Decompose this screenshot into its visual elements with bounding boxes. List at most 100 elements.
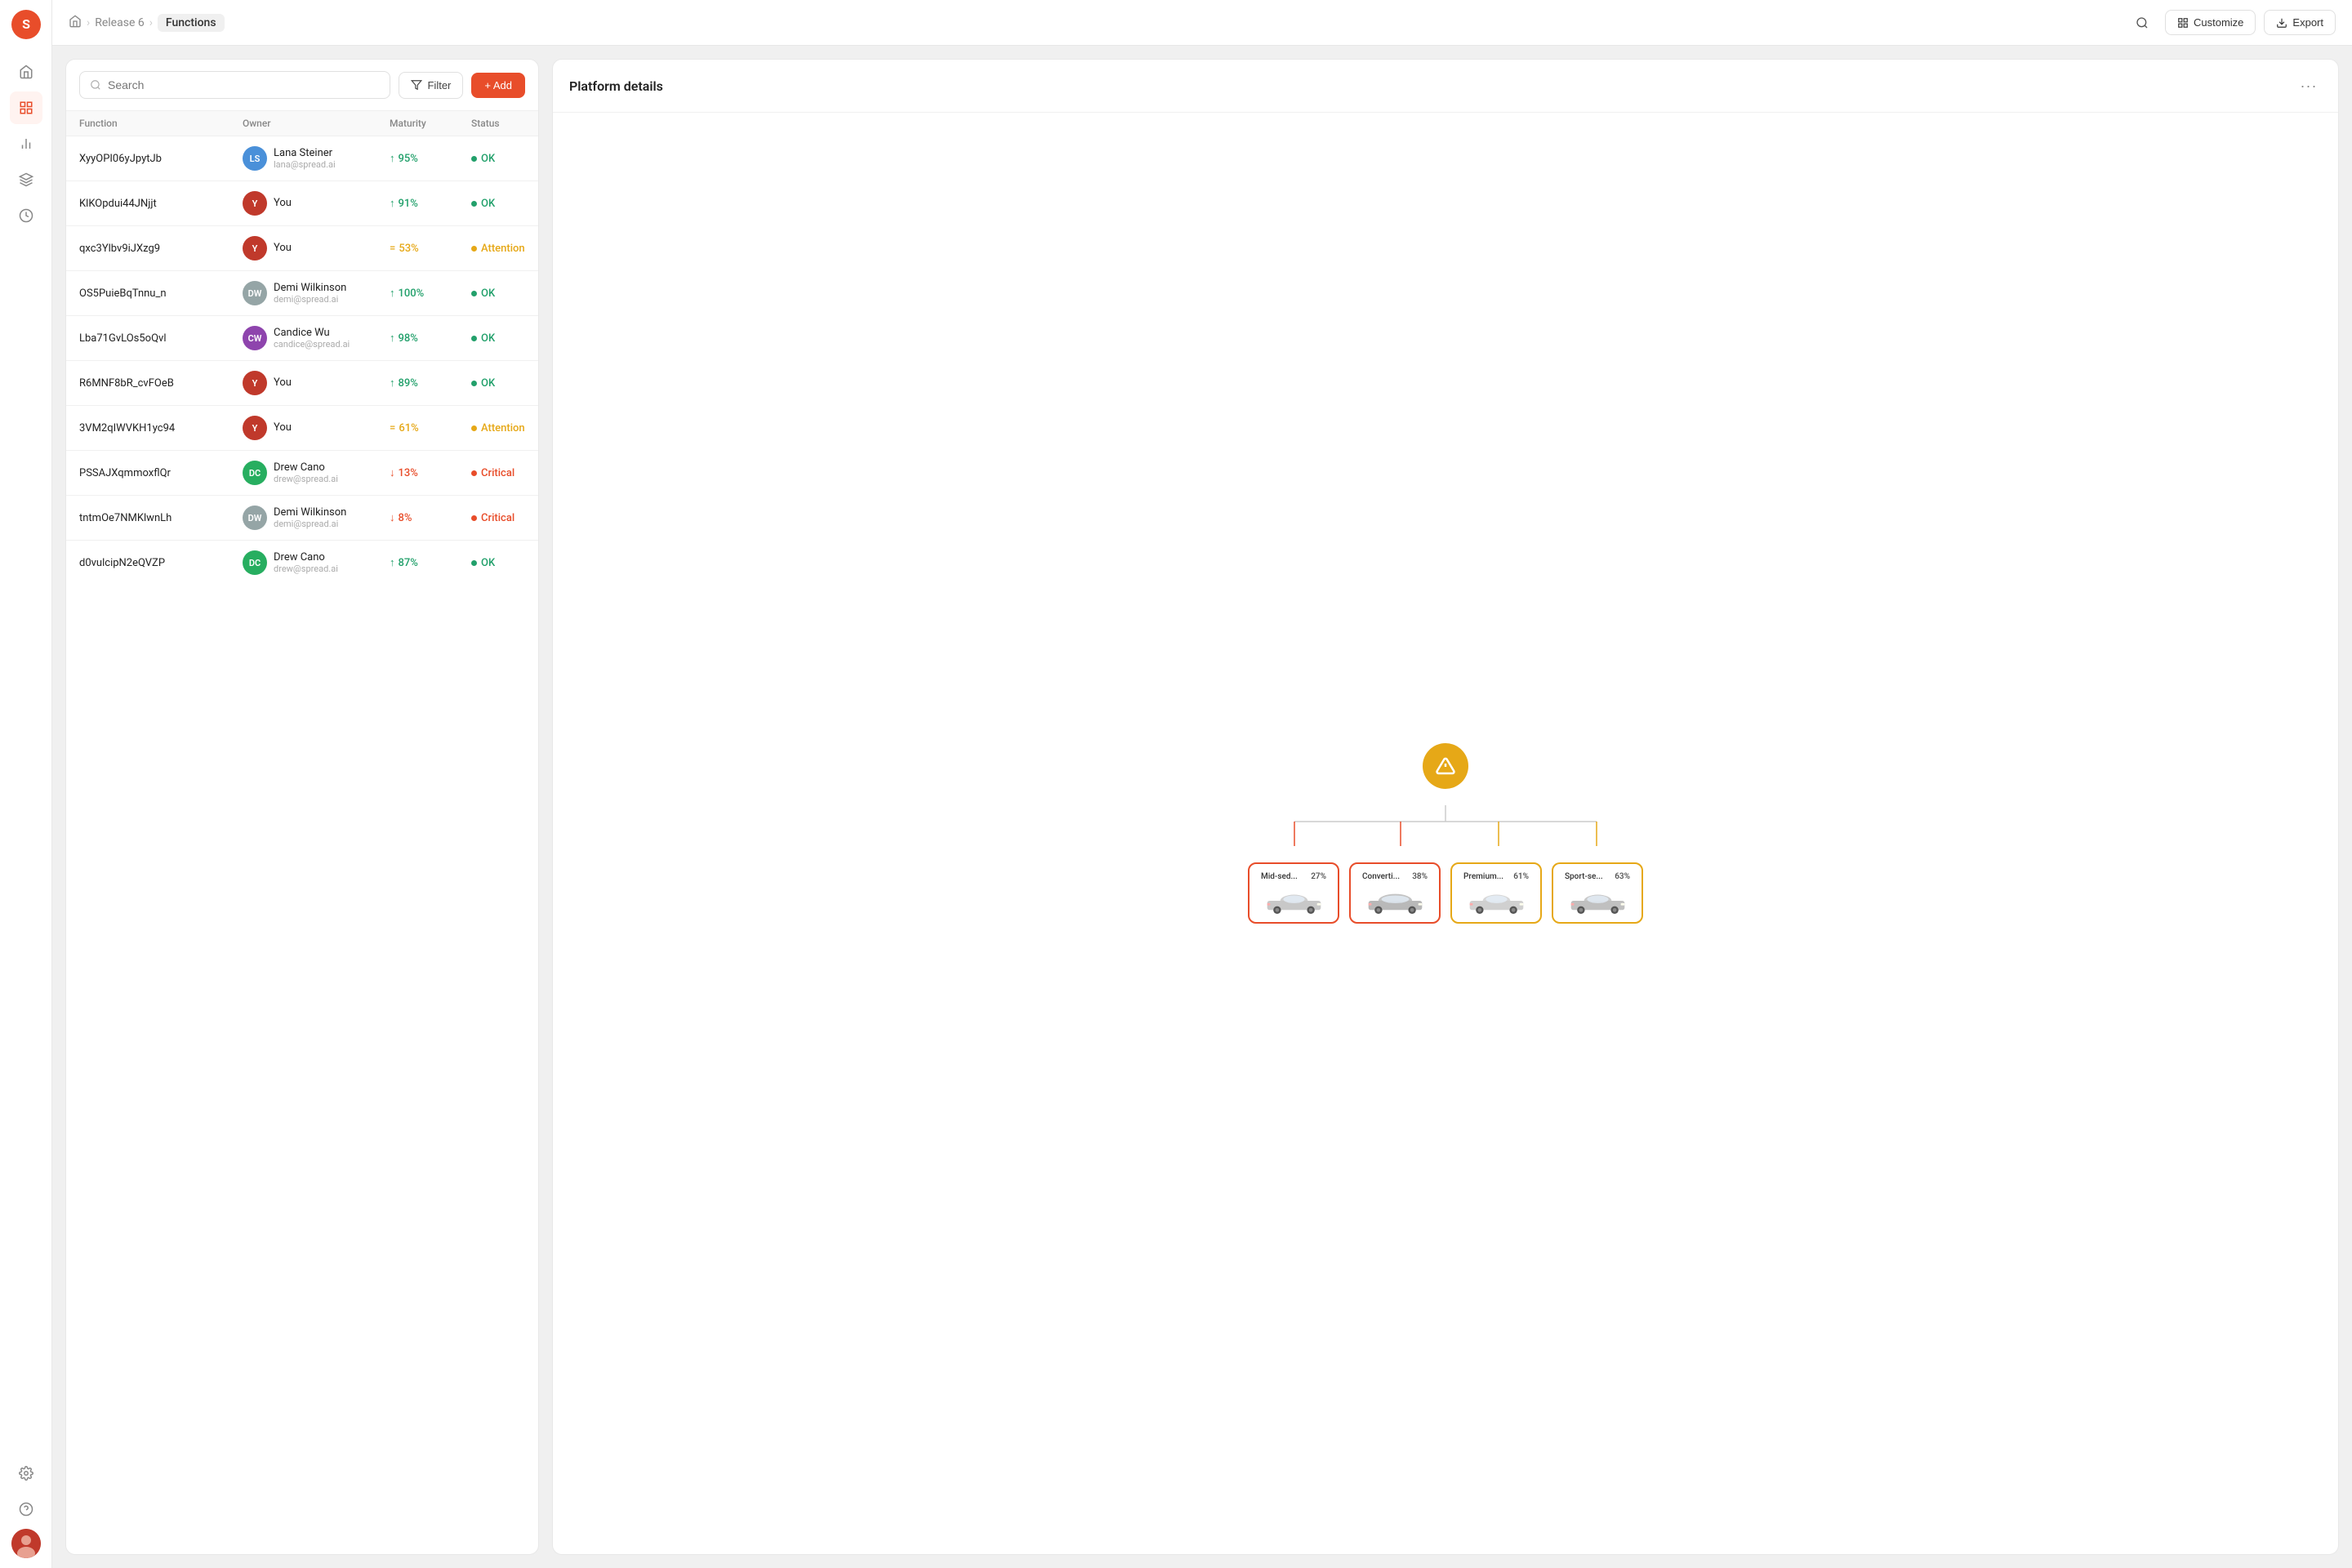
maturity-cell: = 61% (390, 422, 471, 434)
status-cell: Attention (471, 422, 538, 434)
col-maturity: Maturity (390, 118, 471, 129)
table-row[interactable]: R6MNF8bR_cvFOeB Y You ↑ 89% OK (66, 361, 538, 406)
right-panel-content: Mid-sed... 27% C (553, 113, 2338, 1554)
status-dot (471, 336, 477, 341)
car-card[interactable]: Premium... 61% (1450, 862, 1542, 924)
table-row[interactable]: XyyOPI06yJpytJb LS Lana Steinerlana@spre… (66, 136, 538, 181)
customize-button[interactable]: Customize (2165, 10, 2256, 35)
sidebar-item-analytics[interactable] (10, 127, 42, 160)
car-card-header: Sport-se... 63% (1565, 872, 1630, 881)
filter-button[interactable]: Filter (399, 72, 463, 99)
car-card-pct: 63% (1615, 872, 1630, 881)
status-dot (471, 246, 477, 252)
add-button[interactable]: + Add (471, 73, 525, 98)
maturity-cell: ↓ 13% (390, 466, 471, 479)
owner-avatar: DC (243, 461, 267, 485)
car-card-name: Sport-se... (1565, 872, 1603, 881)
owner-cell: DW Demi Wilkinsondemi@spread.ai (243, 506, 390, 530)
car-card-header: Mid-sed... 27% (1261, 872, 1326, 881)
car-image (1565, 884, 1630, 917)
owner-avatar: Y (243, 371, 267, 395)
table-row[interactable]: 3VM2qIWVKH1yc94 Y You = 61% Attention (66, 406, 538, 451)
content: Filter + Add Function Owner Maturity Sta… (52, 46, 2352, 1568)
search-box[interactable] (79, 71, 390, 99)
maturity-cell: ↑ 95% (390, 152, 471, 165)
maturity-value: 100% (399, 287, 425, 300)
status-label: OK (481, 557, 495, 569)
owner-cell: DC Drew Canodrew@spread.ai (243, 461, 390, 485)
sidebar-item-history[interactable] (10, 199, 42, 232)
panel-toolbar: Filter + Add (66, 60, 538, 111)
sidebar-item-home[interactable] (10, 56, 42, 88)
table-row[interactable]: d0vulcipN2eQVZP DC Drew Canodrew@spread.… (66, 541, 538, 585)
search-input[interactable] (108, 78, 380, 91)
right-panel: Platform details ··· (552, 59, 2339, 1555)
maturity-arrow: ↑ (390, 332, 395, 345)
breadcrumb-functions: Functions (158, 14, 225, 32)
data-table: Function Owner Maturity Status XyyOPI06y… (66, 111, 538, 1554)
maturity-cell: ↑ 100% (390, 287, 471, 300)
status-cell: Critical (471, 467, 538, 479)
function-name: XyyOPI06yJpytJb (79, 153, 243, 165)
car-card-pct: 27% (1311, 872, 1326, 881)
owner-cell: Y You (243, 236, 390, 261)
platform-details-title: Platform details (569, 78, 663, 94)
table-row[interactable]: Lba71GvLOs5oQvl CW Candice Wucandice@spr… (66, 316, 538, 361)
owner-cell: Y You (243, 191, 390, 216)
status-label: Critical (481, 467, 514, 479)
breadcrumb-sep-1: › (87, 16, 90, 29)
car-card[interactable]: Mid-sed... 27% (1248, 862, 1339, 924)
maturity-value: 61% (399, 422, 418, 434)
status-dot (471, 560, 477, 566)
user-avatar[interactable] (11, 1529, 41, 1558)
maturity-arrow: ↑ (390, 152, 395, 165)
logo[interactable]: S (11, 10, 41, 39)
maturity-arrow: ↑ (390, 556, 395, 569)
breadcrumb-release[interactable]: Release 6 (95, 16, 144, 29)
table-row[interactable]: PSSAJXqmmoxflQr DC Drew Canodrew@spread.… (66, 451, 538, 496)
maturity-value: 87% (399, 557, 418, 569)
table-row[interactable]: tntmOe7NMKlwnLh DW Demi Wilkinsondemi@sp… (66, 496, 538, 541)
function-name: 3VM2qIWVKH1yc94 (79, 422, 243, 434)
warning-icon-node (1423, 743, 1468, 789)
add-label: + Add (484, 79, 512, 91)
maturity-value: 13% (399, 467, 418, 479)
topbar: › Release 6 › Functions Customize (52, 0, 2352, 46)
maturity-cell: ↑ 98% (390, 332, 471, 345)
table-row[interactable]: KlKOpdui44JNjjt Y You ↑ 91% OK (66, 181, 538, 226)
status-label: OK (481, 198, 495, 210)
status-cell: Attention (471, 243, 538, 255)
breadcrumb-home-icon[interactable] (69, 15, 82, 31)
sidebar-item-dashboard[interactable] (10, 91, 42, 124)
status-label: OK (481, 153, 495, 165)
search-button[interactable] (2127, 8, 2157, 38)
car-image (1362, 884, 1428, 917)
sidebar-item-help[interactable] (10, 1493, 42, 1526)
owner-avatar: LS (243, 146, 267, 171)
sidebar-item-settings[interactable] (10, 1457, 42, 1490)
status-label: Attention (481, 243, 525, 255)
search-icon (90, 79, 101, 91)
export-button[interactable]: Export (2264, 10, 2336, 35)
car-cards-container: Mid-sed... 27% C (1248, 862, 1643, 924)
more-options-button[interactable]: ··· (2296, 73, 2322, 99)
owner-cell: DW Demi Wilkinsondemi@spread.ai (243, 281, 390, 305)
maturity-cell: = 53% (390, 243, 471, 255)
table-row[interactable]: qxc3Ylbv9iJXzg9 Y You = 53% Attention (66, 226, 538, 271)
status-dot (471, 425, 477, 431)
owner-avatar: Y (243, 416, 267, 440)
maturity-cell: ↑ 89% (390, 376, 471, 390)
status-dot (471, 515, 477, 521)
car-svg (1263, 887, 1325, 915)
sidebar-item-layers[interactable] (10, 163, 42, 196)
car-card[interactable]: Sport-se... 63% (1552, 862, 1643, 924)
sidebar-bottom (10, 1457, 42, 1558)
filter-icon (411, 79, 422, 91)
table-row[interactable]: OS5PuieBqTnnu_n DW Demi Wilkinsondemi@sp… (66, 271, 538, 316)
maturity-arrow: ↑ (390, 287, 395, 300)
status-label: Critical (481, 512, 514, 524)
car-card[interactable]: Converti... 38% (1349, 862, 1441, 924)
owner-avatar: DW (243, 506, 267, 530)
car-card-name: Mid-sed... (1261, 872, 1298, 881)
car-card-pct: 38% (1412, 872, 1428, 881)
